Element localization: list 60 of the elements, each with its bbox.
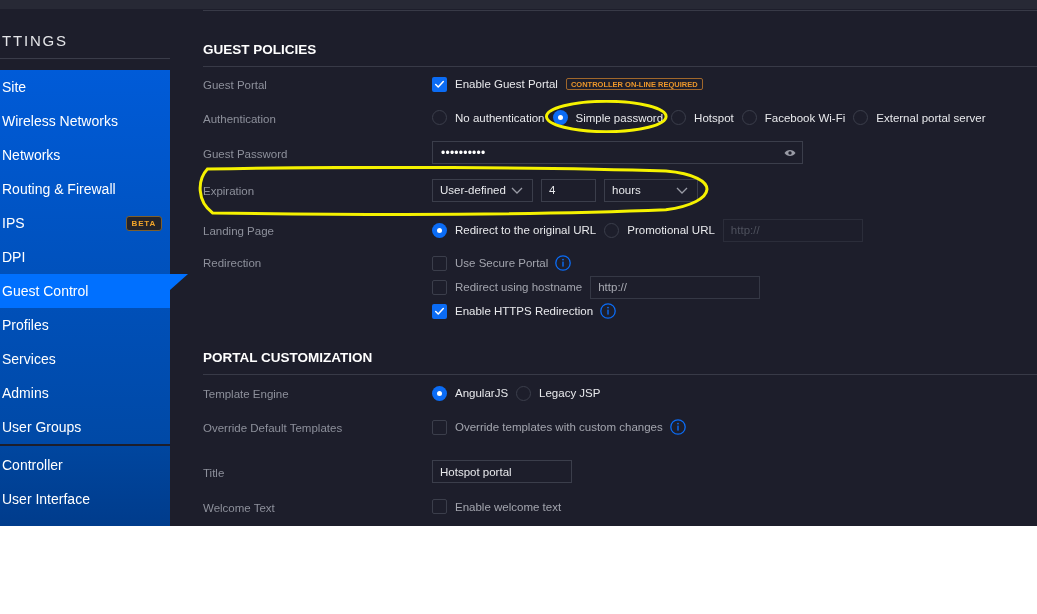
radio-label[interactable]: Hotspot [694, 110, 734, 125]
sidebar-item[interactable]: User Groups [0, 410, 170, 444]
checkbox-label[interactable]: Use Secure Portal [455, 256, 549, 270]
sidebar-item[interactable]: Guest Control [0, 274, 188, 308]
checkbox[interactable] [432, 279, 447, 295]
sidebar-item[interactable]: IPS BETA [0, 206, 170, 240]
radio-label[interactable]: Legacy JSP [539, 386, 601, 400]
field-label: Override Default Templates [203, 422, 343, 434]
sidebar-item[interactable]: Site [0, 70, 170, 104]
field-label: Guest Portal [203, 79, 267, 91]
field-label: Expiration [203, 185, 255, 197]
radio-label[interactable]: Promotional URL [627, 223, 715, 237]
sidebar-item[interactable]: Admins [0, 376, 170, 410]
checkmark-icon [434, 78, 445, 90]
field-label: Redirection [203, 256, 262, 270]
password-field[interactable]: •••••••••• [432, 141, 803, 164]
select-dropdown[interactable]: User-defined [432, 178, 533, 202]
radio-label[interactable]: External portal server [876, 110, 986, 125]
url-field[interactable]: http:// [590, 275, 761, 299]
beta-badge: BETA [125, 215, 162, 231]
section-heading: PORTAL CUSTOMIZATION [203, 350, 373, 366]
text-field[interactable]: 4 [541, 178, 596, 202]
checkbox-label[interactable]: Enable welcome text [455, 499, 562, 514]
field-label: Landing Page [203, 225, 274, 237]
sidebar-title: TTINGS [1, 32, 68, 50]
text-field[interactable]: Hotspot portal [432, 460, 572, 483]
select-dropdown[interactable]: hours [604, 178, 698, 202]
field-label: Authentication [203, 112, 276, 125]
sidebar-item[interactable]: Wireless Networks [0, 104, 170, 138]
field-label: Guest Password [203, 147, 288, 160]
field-label: Template Engine [203, 388, 289, 400]
sidebar-item[interactable]: Routing & Firewall [0, 172, 170, 206]
sidebar-item[interactable]: Services [0, 342, 170, 376]
checkbox-label[interactable]: Redirect using hostname [455, 280, 583, 294]
radio-button[interactable] [432, 385, 447, 401]
sidebar-item[interactable]: Networks [0, 138, 170, 172]
checkbox-label[interactable]: Override templates with custom changes [455, 420, 663, 434]
sidebar-item[interactable]: User Interface [0, 482, 170, 516]
checkbox[interactable] [432, 419, 447, 435]
checkbox[interactable] [432, 303, 447, 319]
checkmark-icon [434, 305, 445, 317]
checkbox-label[interactable]: Enable Guest Portal [455, 77, 558, 91]
sidebar-item[interactable]: Profiles [0, 308, 170, 342]
section-heading: GUEST POLICIES [203, 42, 317, 58]
chevron-down-icon [511, 186, 523, 194]
radio-button[interactable] [432, 222, 447, 238]
checkbox[interactable] [432, 499, 447, 514]
radio-label[interactable]: AngularJS [455, 386, 509, 400]
checkbox[interactable] [432, 255, 447, 271]
radio-label[interactable]: No authentication [455, 110, 545, 125]
checkbox[interactable] [432, 76, 447, 92]
radio-label[interactable]: Redirect to the original URL [455, 223, 597, 237]
sidebar-item[interactable]: Controller [0, 448, 170, 482]
chevron-down-icon [676, 186, 688, 194]
sidebar-item[interactable]: DPI [0, 240, 170, 274]
checkbox-label[interactable]: Enable HTTPS Redirection [455, 304, 594, 318]
eye-icon [784, 148, 796, 157]
field-label: Welcome Text [203, 501, 275, 514]
field-label: Title [203, 466, 225, 479]
radio-label[interactable]: Facebook Wi-Fi [764, 110, 846, 125]
